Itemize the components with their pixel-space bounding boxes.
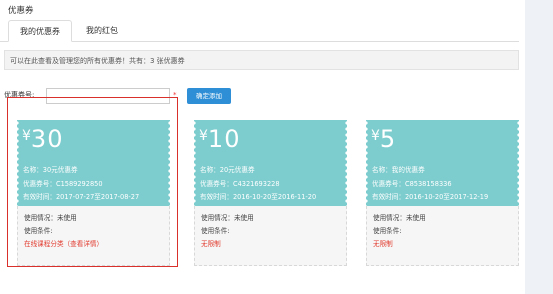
coupon-condition: 无限制 (373, 240, 393, 248)
coupon-card-header: ¥30 名称：30元优惠券 优惠券号：C1589292850 有效时间：2017… (15, 120, 172, 206)
currency-symbol: ¥ (371, 128, 380, 144)
tab-my-red-packets[interactable]: 我的红包 (78, 20, 126, 42)
coupon-name: 名称：我的优惠券 (372, 166, 425, 174)
coupon-value: 30 (30, 125, 64, 153)
coupon-card: ¥30 名称：30元优惠券 优惠券号：C1589292850 有效时间：2017… (15, 120, 172, 266)
coupon-amount: ¥30 (22, 125, 63, 153)
page-title: 优惠券 (8, 6, 34, 16)
coupon-amount: ¥10 (199, 125, 240, 153)
coupon-card-header: ¥5 名称：我的优惠券 优惠券号：C8538158336 有效时间：2016-1… (364, 120, 521, 206)
currency-symbol: ¥ (199, 128, 208, 144)
currency-symbol: ¥ (22, 128, 31, 144)
coupon-code: 优惠券号：C4321693228 (200, 180, 280, 188)
coupon-value: 5 (379, 125, 397, 153)
coupon-amount: ¥5 (371, 125, 396, 153)
coupon-validity: 有效时间：2016-10-20至2016-11-20 (200, 193, 317, 201)
coupon-condition-link[interactable]: 在线课程分类（查看详情） (24, 238, 103, 248)
coupon-status: 使用情况：未使用 (201, 214, 254, 222)
tab-bar: 我的优惠券 我的红包 (0, 20, 519, 42)
coupon-code: 优惠券号：C1589292850 (23, 180, 103, 188)
coupon-card-footer: 使用情况：未使用 使用条件: 无限制 (366, 206, 519, 266)
coupon-name: 名称：20元优惠券 (200, 166, 255, 174)
coupon-condition-label: 使用条件: (201, 227, 230, 235)
coupon-card: ¥10 名称：20元优惠券 优惠券号：C4321693228 有效时间：2016… (192, 120, 349, 266)
coupon-code: 优惠券号：C8538158336 (372, 180, 452, 188)
coupon-validity: 有效时间：2016-10-20至2017-12-19 (372, 193, 489, 201)
coupon-status: 使用情况：未使用 (24, 214, 77, 222)
confirm-add-button[interactable]: 确定添加 (187, 88, 231, 104)
coupon-card-footer: 使用情况：未使用 使用条件: 在线课程分类（查看详情） (17, 206, 170, 266)
coupon-card-footer: 使用情况：未使用 使用条件: 无限制 (194, 206, 347, 266)
right-side-panel (525, 0, 553, 294)
coupon-count-notice: 可以在此查看及管理您的所有优惠券！共有：3 张优惠券 (4, 50, 519, 70)
coupon-value: 10 (207, 125, 241, 153)
coupon-card-header: ¥10 名称：20元优惠券 优惠券号：C4321693228 有效时间：2016… (192, 120, 349, 206)
coupon-condition: 无限制 (201, 240, 221, 248)
coupon-card: ¥5 名称：我的优惠券 优惠券号：C8538158336 有效时间：2016-1… (364, 120, 521, 266)
coupon-condition-label: 使用条件: (373, 227, 402, 235)
coupon-name: 名称：30元优惠券 (23, 166, 78, 174)
coupon-condition-label: 使用条件: (24, 227, 53, 235)
coupon-status: 使用情况：未使用 (373, 214, 426, 222)
tab-my-coupons[interactable]: 我的优惠券 (8, 20, 72, 42)
coupon-validity: 有效时间：2017-07-27至2017-08-27 (23, 193, 140, 201)
